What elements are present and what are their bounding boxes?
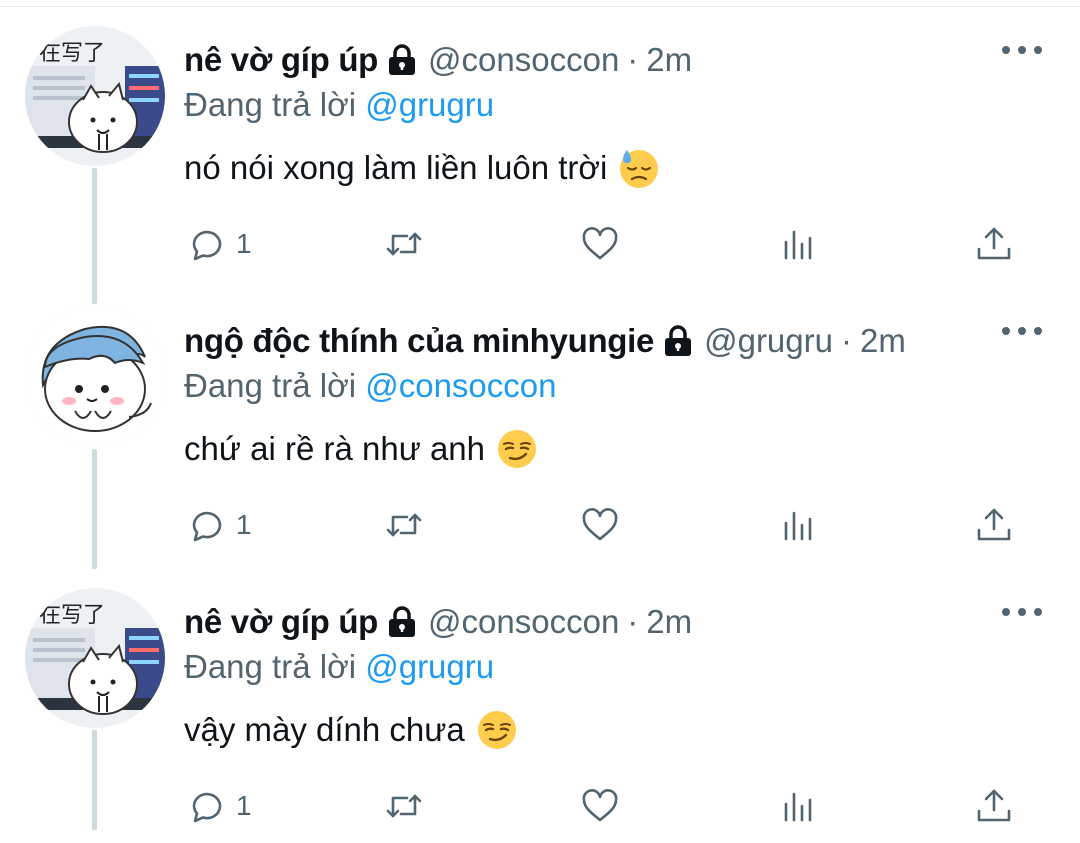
tweet[interactable]: 在写了 nê vờ gíp úp @consoccon · 2m Đang tr… [0, 562, 1080, 843]
heart-icon [582, 227, 618, 260]
replying-to: Đang trả lời @grugru [184, 648, 494, 686]
lock-icon [389, 606, 416, 637]
mention-link[interactable]: @consoccon [365, 367, 556, 404]
like-button[interactable] [580, 499, 620, 551]
reply-icon [192, 511, 222, 542]
share-button[interactable] [974, 499, 1014, 551]
share-button[interactable] [974, 218, 1014, 270]
retweet-button[interactable] [384, 499, 424, 551]
reply-button[interactable]: 1 [186, 218, 252, 270]
avatar-text: 在写了 [39, 603, 105, 628]
share-icon [977, 227, 1011, 260]
downcast-sweat-emoji [620, 150, 659, 188]
tweet-body: vậy mày dính chưa [184, 711, 465, 748]
analytics-button[interactable] [778, 218, 818, 270]
share-icon [977, 508, 1011, 541]
reply-prefix: Đang trả lời [184, 367, 357, 404]
like-button[interactable] [580, 780, 620, 832]
timestamp[interactable]: 2m [646, 603, 692, 641]
mention-link[interactable]: @grugru [365, 86, 494, 123]
replying-to: Đang trả lời @consoccon [184, 367, 556, 405]
analytics-button[interactable] [778, 499, 818, 551]
avatar[interactable]: 在写了 [25, 26, 165, 166]
timestamp[interactable]: 2m [646, 41, 692, 79]
reply-count: 1 [236, 509, 252, 540]
share-button[interactable] [974, 780, 1014, 832]
lock-icon [665, 325, 692, 356]
more-options-icon[interactable] [1002, 40, 1042, 60]
display-name[interactable]: nê vờ gíp úp [184, 41, 378, 79]
user-handle[interactable]: @grugru [704, 322, 833, 360]
reply-prefix: Đang trả lời [184, 86, 357, 123]
retweet-button[interactable] [384, 218, 424, 270]
retweet-icon [386, 232, 422, 256]
reply-prefix: Đang trả lời [184, 648, 357, 685]
like-button[interactable] [580, 218, 620, 270]
analytics-icon [784, 792, 812, 822]
analytics-button[interactable] [778, 780, 818, 832]
retweet-icon [386, 513, 422, 537]
display-name[interactable]: ngộ độc thính của minhyungie [184, 322, 654, 360]
tweet-text: nó nói xong làm liền luôn trời [184, 146, 661, 190]
tweet[interactable]: ngộ độc thính của minhyungie @grugru · 2… [0, 281, 1080, 569]
analytics-icon [784, 230, 812, 260]
user-handle[interactable]: @consoccon [428, 41, 619, 79]
reply-icon [192, 230, 222, 261]
tweet-text: chứ ai rề rà như anh [184, 427, 539, 471]
separator: · [627, 603, 639, 640]
more-options-icon[interactable] [1002, 321, 1042, 341]
separator: · [840, 322, 852, 359]
retweet-icon [386, 794, 422, 818]
tweet[interactable]: 在写了 nê vờ gíp úp @consoccon · 2m Đang tr… [0, 0, 1080, 304]
lock-icon [389, 44, 416, 75]
tweet-body: nó nói xong làm liền luôn trời [184, 149, 608, 186]
reply-count: 1 [236, 228, 252, 259]
reply-count: 1 [236, 790, 252, 821]
tweet-text: vậy mày dính chưa [184, 708, 519, 752]
tweet-body: chứ ai rề rà như anh [184, 430, 486, 467]
mention-link[interactable]: @grugru [365, 648, 494, 685]
reply-button[interactable]: 1 [186, 780, 252, 832]
more-options-icon[interactable] [1002, 602, 1042, 622]
retweet-button[interactable] [384, 780, 424, 832]
reply-button[interactable]: 1 [186, 499, 252, 551]
display-name[interactable]: nê vờ gíp úp [184, 603, 378, 641]
avatar[interactable] [25, 307, 165, 447]
share-icon [977, 789, 1011, 822]
replying-to: Đang trả lời @grugru [184, 86, 494, 124]
heart-icon [582, 789, 618, 822]
avatar-text: 在写了 [39, 41, 105, 66]
reply-icon [192, 792, 222, 823]
smirk-emoji [477, 711, 516, 749]
user-handle[interactable]: @consoccon [428, 603, 619, 641]
timestamp[interactable]: 2m [860, 322, 906, 360]
separator: · [627, 41, 639, 78]
analytics-icon [784, 511, 812, 541]
heart-icon [582, 508, 618, 541]
avatar[interactable]: 在写了 [25, 588, 165, 728]
smirk-emoji [498, 430, 537, 468]
